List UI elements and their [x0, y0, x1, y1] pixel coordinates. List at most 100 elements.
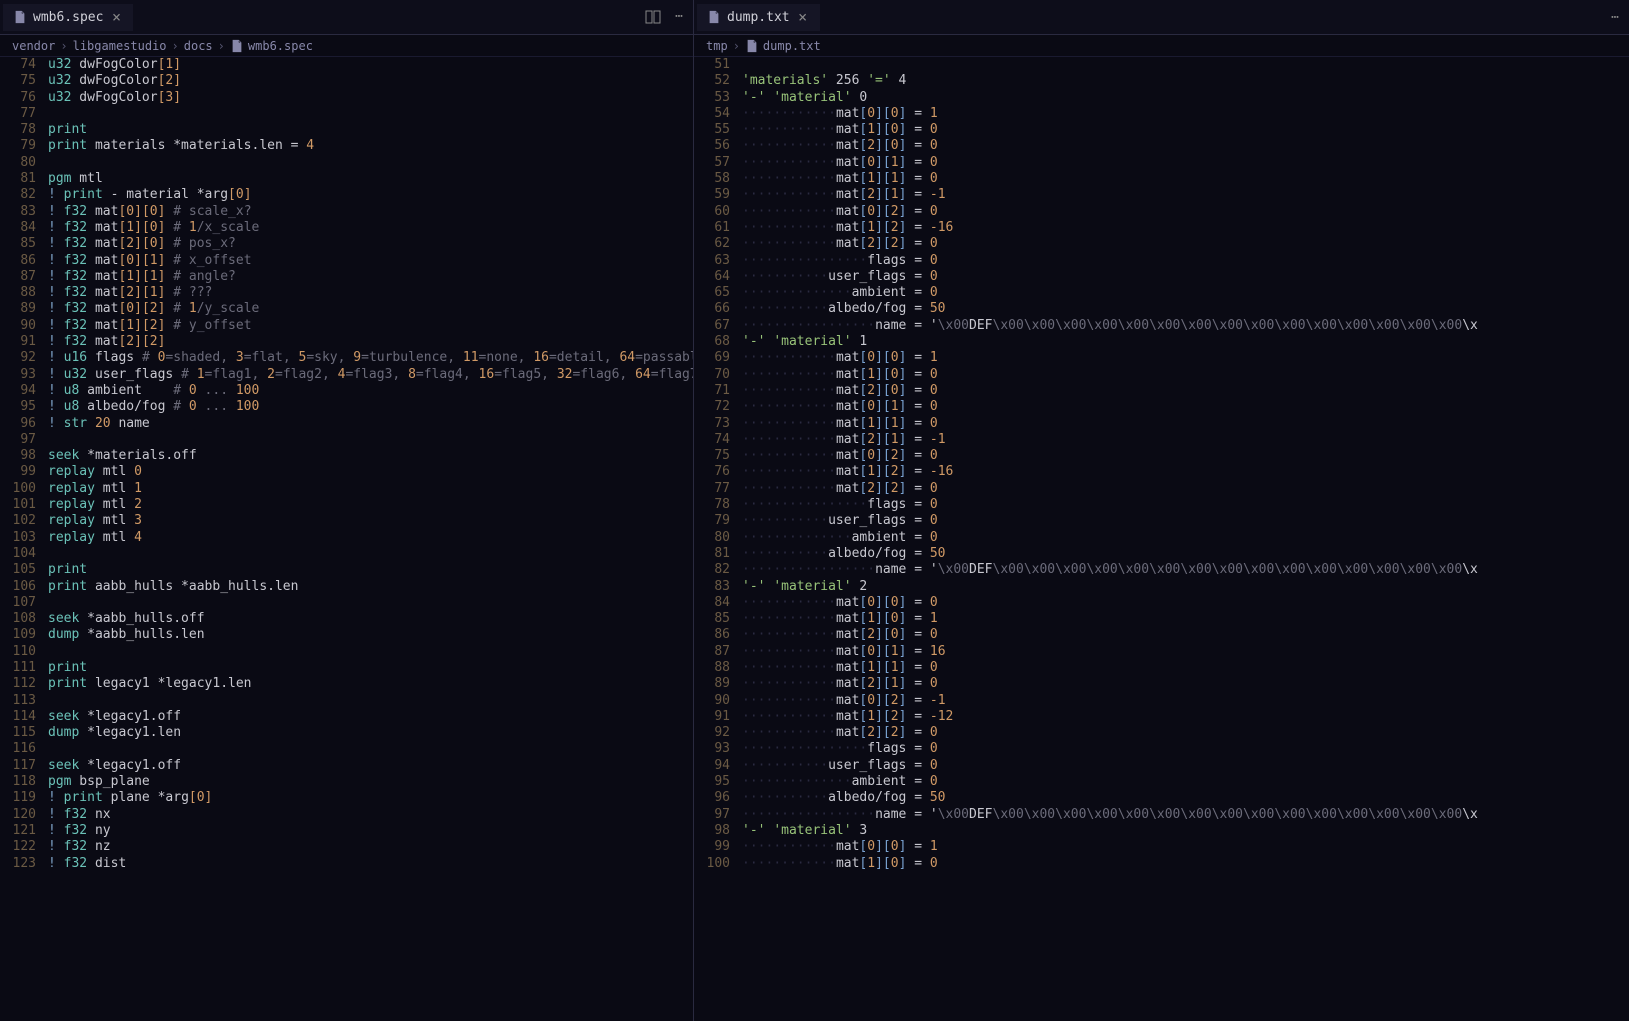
code-line[interactable]: ! f32 mat[2][0] # pos_x? [48, 236, 693, 252]
tab-dump[interactable]: dump.txt × [697, 4, 820, 31]
code-line[interactable]: ················flags = 0 [742, 253, 1629, 269]
code-line[interactable]: ············mat[1][2] = -16 [742, 464, 1629, 480]
code-line[interactable]: ············mat[0][0] = 1 [742, 839, 1629, 855]
code-line[interactable] [48, 155, 693, 171]
code-line[interactable]: ! f32 mat[0][0] # scale_x? [48, 204, 693, 220]
code-line[interactable] [48, 106, 693, 122]
left-breadcrumb[interactable]: vendor›libgamestudio›docs›wmb6.spec [0, 35, 693, 57]
tab-wmb6[interactable]: wmb6.spec × [3, 4, 133, 31]
code-line[interactable]: ···········albedo/fog = 50 [742, 301, 1629, 317]
code-line[interactable]: ! u16 flags # 0=shaded, 3=flat, 5=sky, 9… [48, 350, 693, 366]
code-line[interactable]: ! f32 mat[2][2] [48, 334, 693, 350]
code-line[interactable]: u32 dwFogColor[2] [48, 73, 693, 89]
code-line[interactable]: seek *aabb_hulls.off [48, 611, 693, 627]
right-code-area[interactable]: 5152535455565758596061626364656667686970… [694, 57, 1629, 1021]
code-line[interactable] [48, 741, 693, 757]
code-line[interactable]: ············mat[2][2] = 0 [742, 236, 1629, 252]
code-line[interactable]: ············mat[0][1] = 16 [742, 644, 1629, 660]
code-line[interactable]: ············mat[2][0] = 0 [742, 383, 1629, 399]
code-line[interactable]: pgm mtl [48, 171, 693, 187]
code-line[interactable]: ················flags = 0 [742, 497, 1629, 513]
code-line[interactable]: ···········user_flags = 0 [742, 758, 1629, 774]
code-line[interactable]: ! u32 user_flags # 1=flag1, 2=flag2, 4=f… [48, 367, 693, 383]
code-line[interactable]: ············mat[1][2] = -16 [742, 220, 1629, 236]
code-line[interactable]: '-' 'material' 0 [742, 90, 1629, 106]
code-line[interactable]: ············mat[1][1] = 0 [742, 171, 1629, 187]
code-line[interactable]: print materials *materials.len = 4 [48, 138, 693, 154]
code-line[interactable]: ! u8 albedo/fog # 0 ... 100 [48, 399, 693, 415]
code-line[interactable]: dump *legacy1.len [48, 725, 693, 741]
code-line[interactable]: ············mat[1][2] = -12 [742, 709, 1629, 725]
code-line[interactable]: '-' 'material' 1 [742, 334, 1629, 350]
left-lines[interactable]: u32 dwFogColor[1]u32 dwFogColor[2]u32 dw… [48, 57, 693, 872]
code-line[interactable]: ············mat[0][2] = 0 [742, 448, 1629, 464]
code-line[interactable]: ············mat[0][0] = 1 [742, 106, 1629, 122]
code-line[interactable]: seek *legacy1.off [48, 709, 693, 725]
code-line[interactable]: ! str 20 name [48, 416, 693, 432]
breadcrumb-segment[interactable]: vendor [12, 39, 55, 53]
code-line[interactable]: seek *materials.off [48, 448, 693, 464]
code-line[interactable] [48, 644, 693, 660]
code-line[interactable] [48, 693, 693, 709]
code-line[interactable]: ! f32 dist [48, 856, 693, 872]
code-line[interactable]: ! f32 mat[1][0] # 1/x_scale [48, 220, 693, 236]
right-lines[interactable]: 'materials' 256 '=' 4'-' 'material' 0···… [742, 57, 1629, 872]
more-icon[interactable]: ⋯ [675, 9, 683, 25]
code-line[interactable]: ············mat[1][0] = 0 [742, 856, 1629, 872]
code-line[interactable]: ············mat[0][1] = 0 [742, 399, 1629, 415]
split-editor-icon[interactable] [645, 9, 661, 25]
code-line[interactable]: ············mat[2][1] = 0 [742, 676, 1629, 692]
code-line[interactable]: ! f32 mat[1][1] # angle? [48, 269, 693, 285]
code-line[interactable]: ··············ambient = 0 [742, 530, 1629, 546]
code-line[interactable]: ! f32 mat[1][2] # y_offset [48, 318, 693, 334]
code-line[interactable]: ············mat[1][1] = 0 [742, 660, 1629, 676]
code-line[interactable]: ···········user_flags = 0 [742, 513, 1629, 529]
code-line[interactable]: ! f32 nx [48, 807, 693, 823]
code-line[interactable]: u32 dwFogColor[1] [48, 57, 693, 73]
code-line[interactable]: ·················name = '\x00DEF\x00\x00… [742, 562, 1629, 578]
code-line[interactable]: dump *aabb_hulls.len [48, 627, 693, 643]
code-line[interactable]: replay mtl 3 [48, 513, 693, 529]
code-line[interactable]: ··············ambient = 0 [742, 774, 1629, 790]
left-code-area[interactable]: 7475767778798081828384858687888990919293… [0, 57, 693, 1021]
code-line[interactable]: ···········user_flags = 0 [742, 269, 1629, 285]
code-line[interactable]: ··············ambient = 0 [742, 285, 1629, 301]
code-line[interactable]: print [48, 122, 693, 138]
code-line[interactable]: ···········albedo/fog = 50 [742, 546, 1629, 562]
breadcrumb-segment[interactable]: wmb6.spec [248, 39, 313, 53]
code-line[interactable]: ············mat[0][0] = 1 [742, 350, 1629, 366]
code-line[interactable]: replay mtl 4 [48, 530, 693, 546]
code-line[interactable]: ············mat[1][0] = 0 [742, 122, 1629, 138]
code-line[interactable]: '-' 'material' 2 [742, 579, 1629, 595]
code-line[interactable]: ················flags = 0 [742, 741, 1629, 757]
code-line[interactable]: ! f32 nz [48, 839, 693, 855]
code-line[interactable] [48, 546, 693, 562]
code-line[interactable] [48, 595, 693, 611]
code-line[interactable]: ············mat[2][0] = 0 [742, 138, 1629, 154]
code-line[interactable]: 'materials' 256 '=' 4 [742, 73, 1629, 89]
breadcrumb-segment[interactable]: tmp [706, 39, 728, 53]
code-line[interactable]: ! f32 mat[2][1] # ??? [48, 285, 693, 301]
close-icon[interactable]: × [796, 10, 810, 24]
code-line[interactable]: ············mat[2][1] = -1 [742, 187, 1629, 203]
code-line[interactable]: replay mtl 1 [48, 481, 693, 497]
more-icon[interactable]: ⋯ [1611, 10, 1619, 25]
code-line[interactable]: ············mat[1][1] = 0 [742, 416, 1629, 432]
code-line[interactable] [48, 432, 693, 448]
code-line[interactable]: u32 dwFogColor[3] [48, 90, 693, 106]
code-line[interactable]: print [48, 660, 693, 676]
code-line[interactable]: ! f32 ny [48, 823, 693, 839]
breadcrumb-segment[interactable]: dump.txt [763, 39, 821, 53]
code-line[interactable]: ! print - material *arg[0] [48, 187, 693, 203]
code-line[interactable] [742, 57, 1629, 73]
code-line[interactable]: seek *legacy1.off [48, 758, 693, 774]
code-line[interactable]: ············mat[0][0] = 0 [742, 595, 1629, 611]
close-icon[interactable]: × [109, 10, 123, 24]
code-line[interactable]: ············mat[2][2] = 0 [742, 725, 1629, 741]
code-line[interactable]: ! f32 mat[0][2] # 1/y_scale [48, 301, 693, 317]
breadcrumb-segment[interactable]: docs [184, 39, 213, 53]
code-line[interactable]: ! f32 mat[0][1] # x_offset [48, 253, 693, 269]
code-line[interactable]: ·················name = '\x00DEF\x00\x00… [742, 318, 1629, 334]
code-line[interactable]: ···········albedo/fog = 50 [742, 790, 1629, 806]
code-line[interactable]: ············mat[1][0] = 1 [742, 611, 1629, 627]
